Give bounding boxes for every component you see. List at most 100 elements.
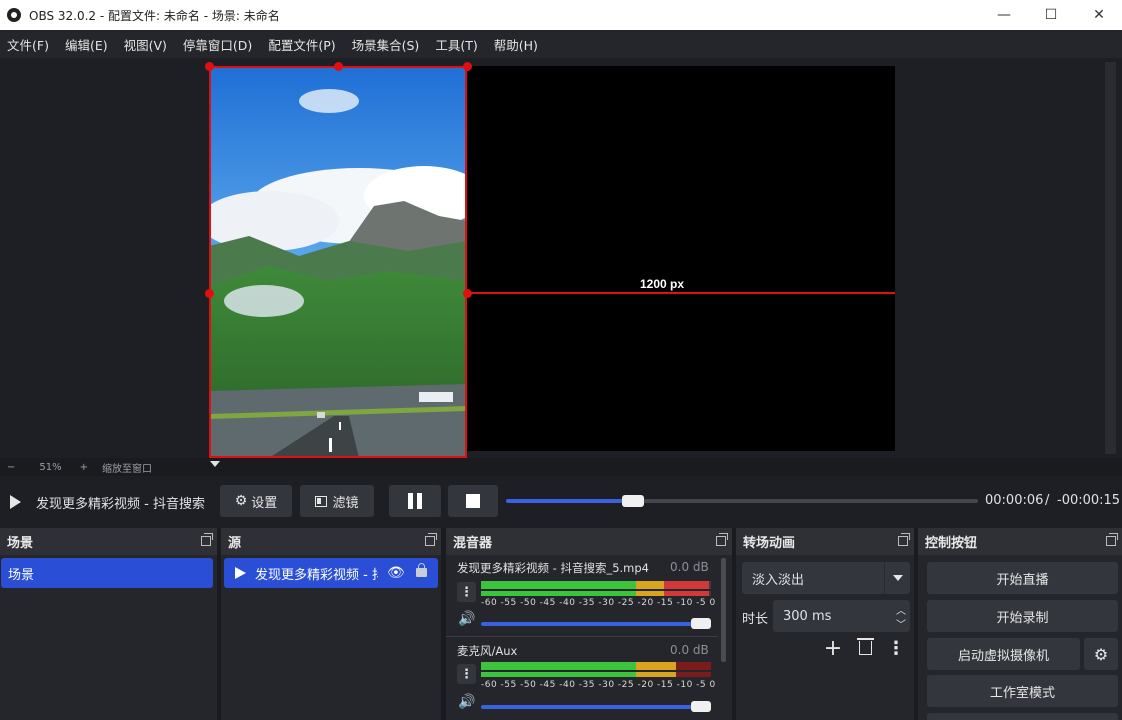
distance-guide-line bbox=[467, 292, 895, 294]
zoom-bar: − 51% + 缩放至窗口 bbox=[0, 458, 1122, 476]
title-bar: OBS 32.0.2 - 配置文件: 未命名 - 场景: 未命名 — ☐ ✕ bbox=[0, 0, 1122, 30]
mixer-track-name: 发现更多精彩视频 - 抖音搜索_5.mp4 bbox=[457, 561, 650, 575]
volume-slider[interactable] bbox=[481, 705, 695, 709]
menu-scene-collection[interactable]: 场景集合(S) bbox=[352, 35, 420, 54]
start-virtual-camera-button[interactable]: 启动虚拟摄像机 bbox=[927, 638, 1080, 670]
current-source-name: 发现更多精彩视频 - 抖音搜索 bbox=[36, 497, 205, 512]
start-recording-button[interactable]: 开始录制 bbox=[927, 600, 1118, 632]
zoom-mode-select[interactable]: 缩放至窗口 bbox=[102, 460, 152, 475]
obs-logo-icon bbox=[7, 8, 21, 22]
menu-edit[interactable]: 编辑(E) bbox=[65, 35, 108, 54]
virtual-camera-settings-gear-icon[interactable]: ⚙ bbox=[1084, 638, 1118, 670]
distance-guide-label: 1200 px bbox=[640, 277, 685, 291]
transition-properties-icon[interactable]: ⋮ bbox=[886, 636, 906, 660]
scene-item[interactable]: 场景 bbox=[1, 558, 213, 588]
menu-profile[interactable]: 配置文件(P) bbox=[268, 35, 335, 54]
controls-header: 控制按钮 bbox=[918, 528, 1122, 555]
track-menu-icon[interactable]: ⋮ bbox=[457, 664, 476, 684]
volume-slider-handle[interactable] bbox=[691, 701, 711, 712]
duration-label: 时长 bbox=[742, 612, 769, 627]
meter-scale: -60 -55 -50 -45 -40 -35 -30 -25 -20 -15 … bbox=[481, 680, 716, 690]
chevron-down-icon[interactable] bbox=[884, 562, 910, 594]
seek-track[interactable] bbox=[506, 499, 978, 503]
undock-icon[interactable] bbox=[1106, 533, 1118, 546]
seek-handle[interactable] bbox=[622, 495, 645, 507]
visibility-eye-icon[interactable]: 👁 bbox=[387, 565, 405, 581]
transitions-title: 转场动画 bbox=[743, 536, 796, 551]
filters-button[interactable]: 滤镜 bbox=[300, 485, 374, 517]
volume-slider[interactable] bbox=[481, 622, 695, 626]
studio-mode-button[interactable]: 工作室模式 bbox=[927, 675, 1118, 707]
volume-slider-handle[interactable] bbox=[691, 618, 711, 629]
minimize-button[interactable]: — bbox=[981, 0, 1027, 30]
zoom-level: 51% bbox=[39, 461, 62, 473]
scenes-dock: 场景 场景 bbox=[0, 528, 217, 720]
transitions-dock: 转场动画 淡入淡出 时长 300 ms ︿ ﹀ + ⋮ bbox=[736, 528, 914, 720]
maximize-button[interactable]: ☐ bbox=[1028, 0, 1074, 30]
zoom-in-button[interactable]: + bbox=[80, 462, 88, 473]
scene-item-label: 场景 bbox=[8, 567, 35, 583]
undock-icon[interactable] bbox=[425, 533, 437, 546]
volume-meter bbox=[481, 662, 711, 670]
mixer-track-db: 0.0 dB bbox=[670, 560, 709, 574]
speaker-icon[interactable]: 🔊 bbox=[458, 611, 475, 627]
next-control-button[interactable] bbox=[927, 713, 1118, 720]
preview-scrollbar[interactable] bbox=[1105, 62, 1116, 454]
pause-button[interactable] bbox=[389, 485, 441, 517]
track-menu-icon[interactable]: ⋮ bbox=[457, 582, 476, 602]
menu-docks[interactable]: 停靠窗口(D) bbox=[183, 35, 252, 54]
source-item[interactable]: 发现更多精彩视频 - 抖音搜索_5.mp4 👁 bbox=[224, 558, 438, 588]
scenes-title: 场景 bbox=[7, 536, 34, 551]
close-button[interactable]: ✕ bbox=[1076, 0, 1122, 30]
menu-help[interactable]: 帮助(H) bbox=[494, 35, 538, 54]
transitions-header: 转场动画 bbox=[736, 528, 914, 555]
spin-up-icon[interactable]: ︿ bbox=[896, 602, 906, 617]
sources-header: 源 bbox=[221, 528, 441, 555]
sources-dock: 源 发现更多精彩视频 - 抖音搜索_5.mp4 👁 bbox=[221, 528, 441, 720]
settings-label: 设置 bbox=[251, 495, 278, 511]
mixer-track-db: 0.0 dB bbox=[670, 643, 709, 657]
time-remaining: -00:00:15 bbox=[1057, 493, 1121, 508]
stop-button[interactable] bbox=[448, 485, 498, 517]
sources-title: 源 bbox=[228, 536, 242, 551]
resize-handle-left[interactable] bbox=[205, 289, 214, 298]
resize-handle-top-left[interactable] bbox=[205, 62, 214, 71]
pause-icon bbox=[408, 493, 413, 509]
window-title: OBS 32.0.2 - 配置文件: 未命名 - 场景: 未命名 bbox=[29, 8, 280, 23]
mixer-scrollbar[interactable] bbox=[721, 558, 726, 662]
duration-value: 300 ms bbox=[783, 608, 832, 624]
duration-spinbox[interactable]: 300 ms ︿ ﹀ bbox=[773, 600, 910, 632]
speaker-icon[interactable]: 🔊 bbox=[458, 694, 475, 710]
play-icon[interactable] bbox=[10, 495, 21, 509]
delete-transition-icon[interactable] bbox=[855, 638, 875, 658]
undock-icon[interactable] bbox=[201, 533, 213, 546]
transition-select-value: 淡入淡出 bbox=[752, 572, 805, 588]
menu-tools[interactable]: 工具(T) bbox=[435, 35, 477, 54]
zoom-dropdown-chevron-icon[interactable] bbox=[210, 461, 220, 467]
volume-meter-channel-2 bbox=[481, 672, 711, 677]
time-current: 00:00:06 bbox=[985, 493, 1044, 508]
add-transition-icon[interactable]: + bbox=[821, 636, 845, 661]
menu-file[interactable]: 文件(F) bbox=[7, 35, 49, 54]
source-selection-box[interactable] bbox=[209, 66, 467, 458]
meter-scale: -60 -55 -50 -45 -40 -35 -30 -25 -20 -15 … bbox=[481, 598, 716, 608]
media-source-icon bbox=[235, 567, 246, 579]
menu-view[interactable]: 视图(V) bbox=[124, 35, 167, 54]
start-streaming-button[interactable]: 开始直播 bbox=[927, 562, 1118, 594]
zoom-out-button[interactable]: − bbox=[7, 462, 15, 473]
undock-icon[interactable] bbox=[898, 533, 910, 546]
resize-handle-top[interactable] bbox=[334, 62, 343, 71]
mixer-track-name: 麦克风/Aux bbox=[457, 644, 518, 658]
controls-dock: 控制按钮 开始直播 开始录制 启动虚拟摄像机 ⚙ 工作室模式 bbox=[918, 528, 1122, 720]
lock-icon[interactable] bbox=[416, 568, 427, 577]
dock-area: 场景 场景 源 发现更多精彩视频 - 抖音搜索_5.mp4 👁 混音器 发现更多… bbox=[0, 528, 1122, 720]
resize-handle-top-right[interactable] bbox=[463, 62, 472, 71]
spin-down-icon[interactable]: ﹀ bbox=[896, 616, 906, 631]
volume-meter-channel-2 bbox=[481, 591, 711, 596]
transition-select[interactable]: 淡入淡出 bbox=[742, 562, 910, 594]
undock-icon[interactable] bbox=[716, 533, 728, 546]
volume-meter bbox=[481, 581, 711, 589]
settings-button[interactable]: ⚙ 设置 bbox=[220, 485, 292, 517]
controls-title: 控制按钮 bbox=[925, 536, 978, 551]
mixer-header: 混音器 bbox=[446, 528, 732, 555]
